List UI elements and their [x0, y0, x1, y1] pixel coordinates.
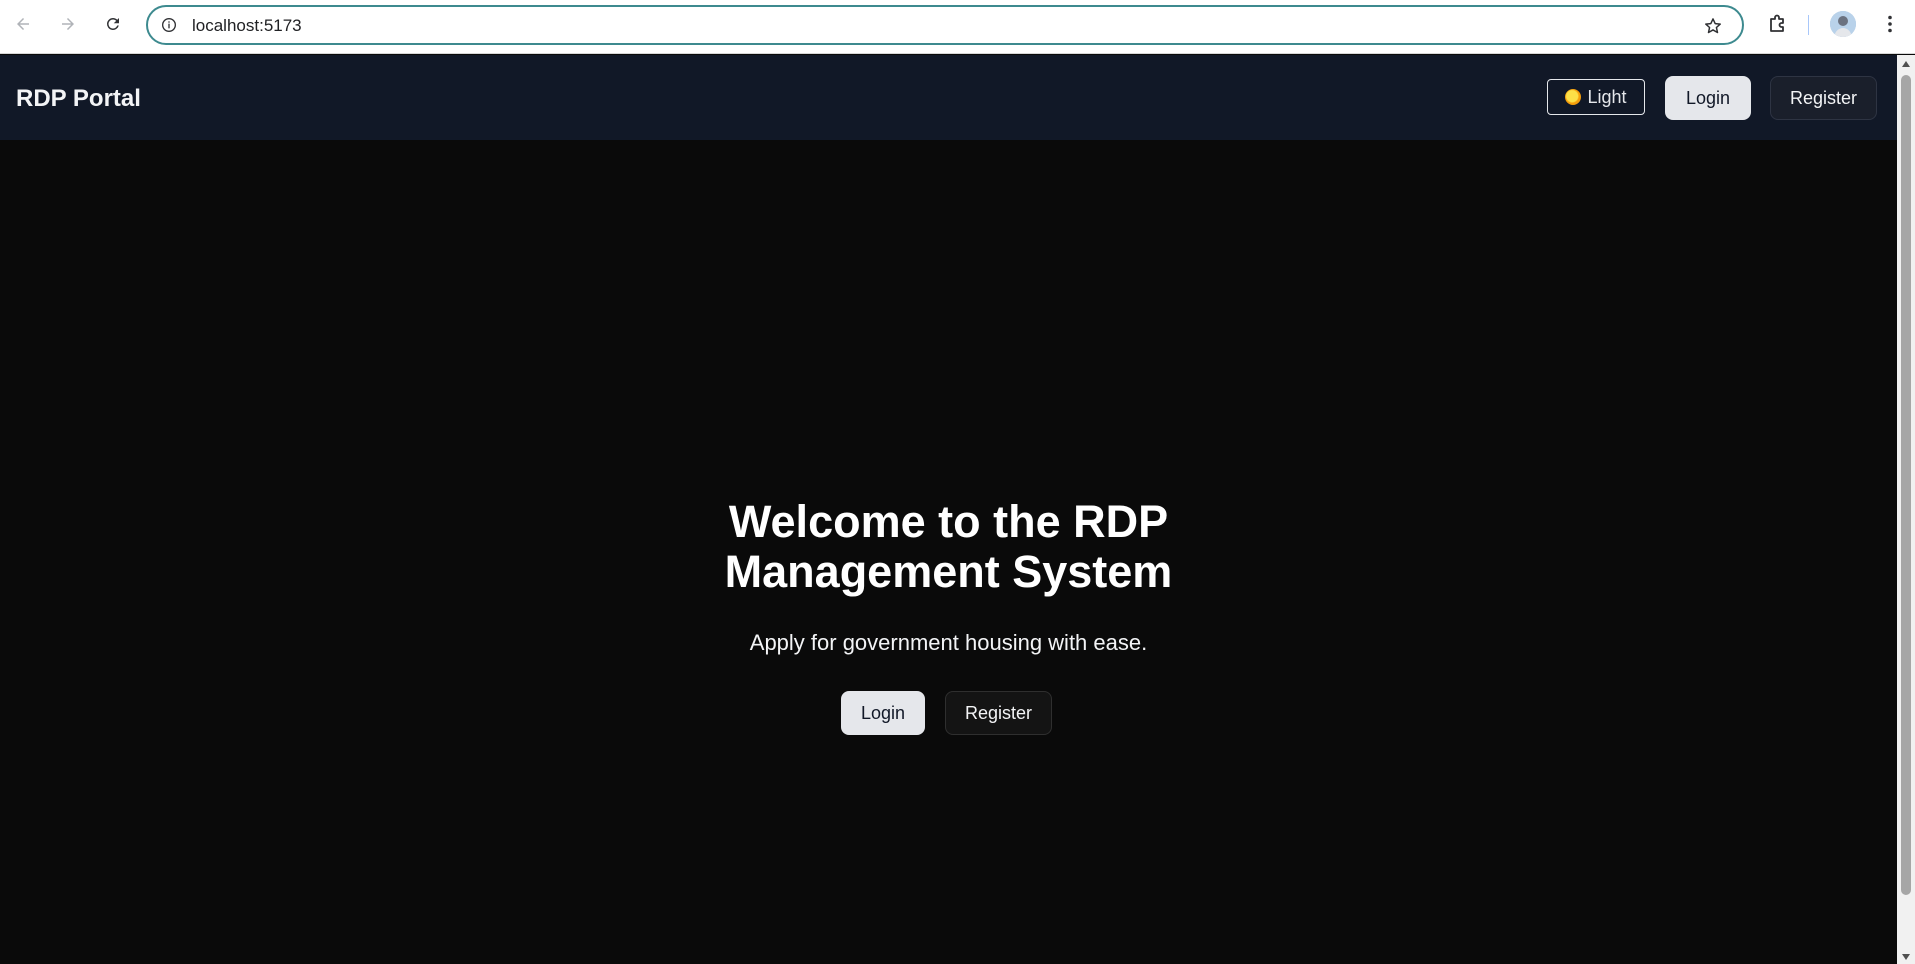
back-button[interactable]: [11, 12, 35, 36]
star-icon[interactable]: [1702, 15, 1724, 37]
page-scrollbar[interactable]: [1897, 55, 1915, 964]
info-icon[interactable]: [160, 16, 178, 34]
extensions-button[interactable]: [1766, 12, 1790, 36]
sun-icon: [1565, 89, 1582, 105]
forward-button[interactable]: [56, 12, 80, 36]
kebab-menu-icon: [1888, 15, 1892, 33]
hero-subtitle: Apply for government housing with ease.: [749, 630, 1148, 655]
address-bar[interactable]: localhost:5173: [146, 5, 1744, 45]
browser-menu-button[interactable]: [1878, 12, 1902, 36]
browser-toolbar: localhost:5173: [0, 0, 1915, 54]
arrow-left-icon: [17, 18, 29, 30]
hero-login-button[interactable]: Login: [841, 691, 925, 735]
hero-register-button[interactable]: Register: [945, 691, 1052, 735]
theme-toggle-button[interactable]: Light: [1547, 79, 1645, 115]
toolbar-divider: [1808, 15, 1809, 35]
url-text[interactable]: localhost:5173: [192, 16, 302, 36]
scrollbar-thumb[interactable]: [1901, 75, 1911, 895]
header-login-button[interactable]: Login: [1665, 76, 1751, 120]
theme-toggle-label: Light: [1587, 86, 1627, 107]
reload-icon: [106, 17, 119, 30]
scroll-up-arrow-icon[interactable]: [1901, 59, 1911, 69]
hero-section: Welcome to the RDP Management System App…: [0, 140, 1897, 964]
avatar[interactable]: [1830, 11, 1856, 37]
brand-title[interactable]: RDP Portal: [16, 85, 141, 113]
reload-button[interactable]: [101, 12, 125, 36]
puzzle-icon: [1770, 14, 1784, 32]
hero-title-line-1: Welcome to the RDP: [728, 496, 1169, 547]
site-header: RDP Portal Light Login Register: [0, 55, 1897, 140]
hero-title-line-2: Management System: [724, 546, 1173, 597]
arrow-right-icon: [62, 18, 74, 30]
hero-title: Welcome to the RDP Management System: [0, 497, 1897, 597]
header-register-button[interactable]: Register: [1770, 76, 1877, 120]
scroll-down-arrow-icon[interactable]: [1901, 952, 1911, 962]
